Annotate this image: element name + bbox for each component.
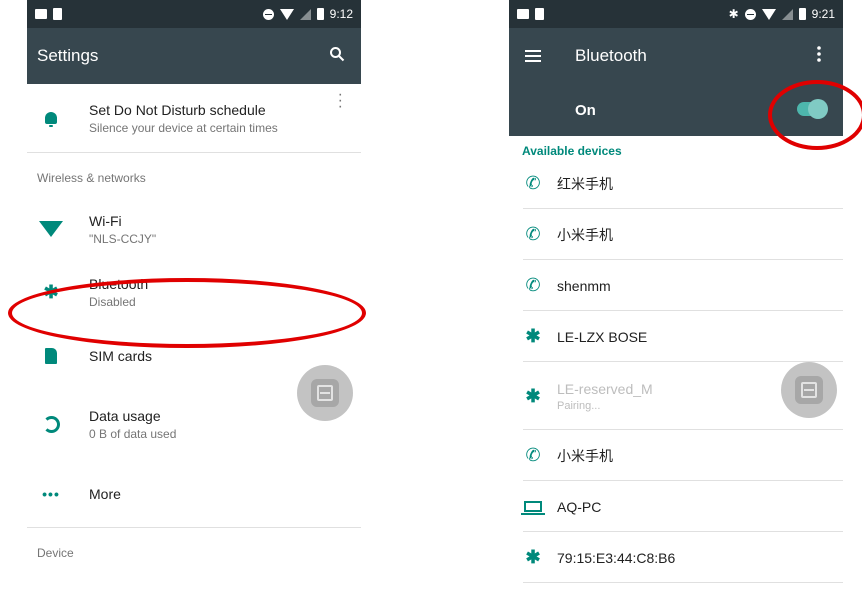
phone-icon: ✆ — [525, 224, 541, 244]
bluetooth-icon: ✱ — [525, 547, 541, 567]
search-icon[interactable] — [323, 46, 351, 67]
cell-signal-icon — [299, 8, 311, 20]
bell-icon — [45, 112, 57, 127]
status-time: 9:12 — [329, 7, 353, 21]
device-item[interactable]: ✱ 79:15:E3:44:C8:B6 — [509, 532, 843, 583]
wifi-subtitle: "NLS-CCJY" — [89, 231, 157, 246]
status-bar: 9:12 — [27, 0, 361, 28]
device-name: 79:15:E3:44:C8:B6 — [557, 549, 676, 566]
sim-cards-title: SIM cards — [89, 348, 153, 364]
bluetooth-icon: ✱ — [525, 385, 541, 406]
available-devices-header: Available devices — [522, 144, 622, 158]
status-time: 9:21 — [811, 7, 835, 21]
bluetooth-status-icon: ✱ — [728, 7, 739, 21]
settings-screen: 9:12 Settings Set Do Not Disturb schedul… — [27, 0, 361, 614]
settings-toolbar: Settings — [27, 28, 361, 84]
wifi-signal-icon — [761, 8, 776, 20]
dnd-schedule-item[interactable]: Set Do Not Disturb schedule Silence your… — [27, 84, 361, 152]
more-item[interactable]: ••• More — [27, 461, 361, 527]
device-name: AQ-PC — [557, 498, 602, 515]
laptop-icon — [521, 501, 545, 515]
menu-icon[interactable] — [509, 50, 557, 62]
device-item[interactable]: ✆ 小米手机 — [509, 430, 843, 481]
bluetooth-toolbar: Bluetooth — [509, 28, 843, 84]
bluetooth-subtitle: Disabled — [89, 294, 136, 309]
bluetooth-screen: ✱ 9:21 Bluetooth On Available devices ✆ … — [509, 0, 843, 614]
sim-card-icon — [45, 348, 57, 364]
floating-scan-button[interactable] — [781, 362, 837, 418]
image-notification-icon — [35, 9, 47, 19]
phone-icon: ✆ — [525, 173, 541, 193]
device-item[interactable]: ✆ shenmm — [509, 260, 843, 311]
dnd-subtitle: Silence your device at certain times — [89, 120, 278, 135]
scan-icon — [317, 385, 333, 401]
device-name: 小米手机 — [557, 447, 613, 464]
category-device: Device — [37, 546, 74, 560]
battery-icon — [798, 8, 806, 20]
device-name: 小米手机 — [557, 226, 613, 243]
bluetooth-item[interactable]: ✱ Bluetooth Disabled — [27, 259, 361, 325]
overflow-menu-icon[interactable] — [805, 45, 833, 67]
data-usage-subtitle: 0 B of data used — [89, 426, 177, 441]
device-item[interactable]: ✆ 小米手机 — [509, 209, 843, 260]
device-item[interactable]: AQ-PC — [509, 481, 843, 532]
category-wireless: Wireless & networks — [37, 171, 146, 185]
screenshot-notification-icon — [53, 8, 62, 20]
device-item[interactable]: ✆ 红米手机 — [509, 158, 843, 209]
screenshot-notification-icon — [535, 8, 544, 20]
bluetooth-icon: ✱ — [43, 281, 59, 302]
more-icon: ••• — [42, 486, 60, 502]
image-notification-icon — [517, 9, 529, 19]
device-status: Pairing... — [557, 399, 601, 412]
data-usage-title: Data usage — [89, 407, 161, 424]
cell-signal-icon — [781, 8, 793, 20]
device-name: LE-reserved_M — [557, 380, 653, 397]
device-name: LE-LZX BOSE — [557, 328, 648, 345]
device-item[interactable]: ✱ LE-LZX BOSE — [509, 311, 843, 362]
floating-scan-button[interactable] — [297, 365, 353, 421]
bluetooth-master-switch-bar[interactable]: On — [509, 84, 843, 136]
status-bar: ✱ 9:21 — [509, 0, 843, 28]
toggle-thumb — [808, 99, 828, 119]
wifi-icon — [39, 221, 63, 237]
phone-icon: ✆ — [525, 275, 541, 295]
phone-icon: ✆ — [525, 445, 541, 465]
wifi-signal-icon — [279, 8, 294, 20]
page-title: Settings — [37, 46, 99, 65]
switch-label: On — [575, 101, 596, 119]
wifi-title: Wi-Fi — [89, 212, 122, 229]
more-title: More — [89, 486, 121, 502]
do-not-disturb-icon — [262, 8, 274, 20]
device-name: 红米手机 — [557, 175, 613, 192]
device-name: shenmm — [557, 277, 611, 294]
battery-icon — [316, 8, 324, 20]
page-title: Bluetooth — [575, 46, 647, 65]
bluetooth-icon: ✱ — [525, 326, 541, 346]
scan-icon — [801, 382, 817, 398]
bluetooth-toggle[interactable] — [797, 99, 828, 119]
bluetooth-title: Bluetooth — [89, 275, 149, 292]
wifi-item[interactable]: Wi-Fi "NLS-CCJY" — [27, 199, 361, 259]
overflow-menu-icon[interactable]: · · · — [338, 87, 343, 115]
data-usage-icon — [42, 415, 60, 433]
do-not-disturb-icon — [744, 8, 756, 20]
dnd-title: Set Do Not Disturb schedule — [89, 101, 266, 118]
